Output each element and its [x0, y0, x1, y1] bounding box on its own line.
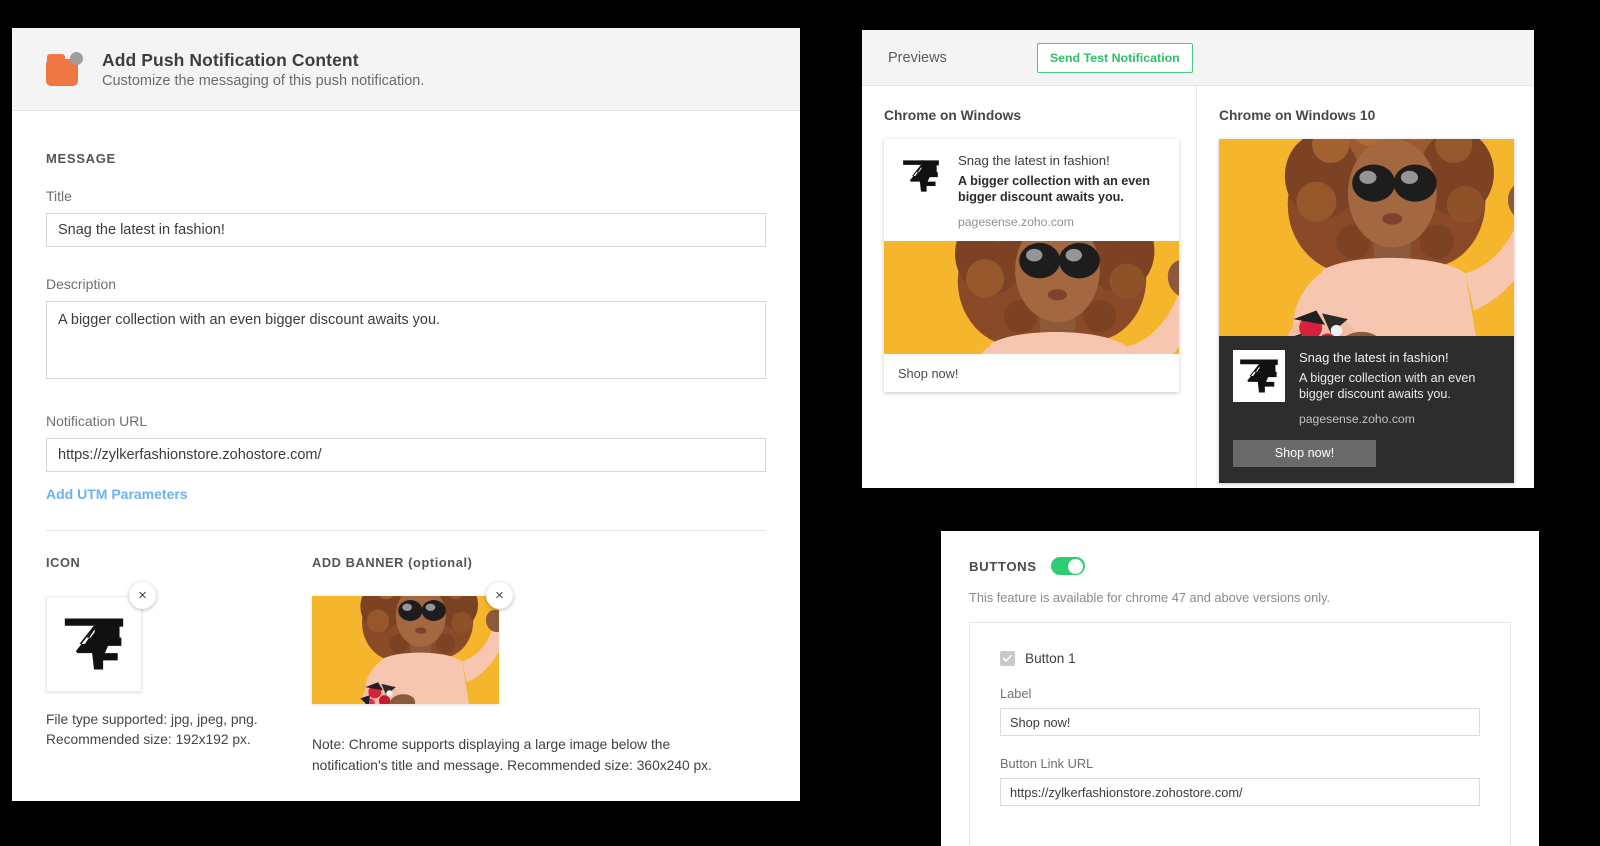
fashion-banner-image — [312, 596, 499, 704]
banner-thumbnail — [312, 596, 499, 704]
notification-url-field-label: Notification URL — [46, 413, 148, 429]
notification-preview-dark: Snag the latest in fashion! A bigger col… — [1219, 139, 1514, 483]
preview-one-action-label: Shop now! — [898, 365, 959, 381]
preview-two-platform-label: Chrome on Windows 10 — [1219, 108, 1376, 123]
banner-upload-section: ADD BANNER (optional) × Note: Chrome sup… — [312, 555, 766, 776]
description-field-label: Description — [46, 276, 117, 292]
button-one-checkbox[interactable] — [1000, 651, 1015, 666]
add-utm-parameters-link[interactable]: Add UTM Parameters — [46, 486, 188, 502]
page-subtitle: Customize the messaging of this push not… — [102, 72, 425, 89]
button-one-url-input[interactable] — [1000, 778, 1480, 806]
buttons-feature-note: This feature is available for chrome 47 … — [969, 590, 1331, 605]
title-field-label: Title — [46, 188, 72, 204]
preview-one-description: A bigger collection with an even bigger … — [958, 174, 1150, 205]
icon-thumbnail — [46, 596, 142, 692]
description-textarea[interactable]: A bigger collection with an even bigger … — [46, 301, 766, 379]
previews-header: Previews Send Test Notification — [862, 30, 1534, 86]
icon-helper-line-2: Recommended size: 192x192 px. — [46, 732, 251, 747]
push-notification-icon — [46, 50, 84, 88]
message-section-label: MESSAGE — [46, 151, 116, 166]
banner-section-heading: ADD BANNER (optional) — [312, 555, 473, 570]
icon-helper-text: File type supported: jpg, jpeg, png. Rec… — [46, 710, 312, 750]
section-divider — [46, 530, 766, 531]
preview-one-title: Snag the latest in fashion! — [958, 153, 1110, 168]
panel-body: MESSAGE Title Description A bigger colle… — [12, 111, 800, 776]
send-test-notification-button[interactable]: Send Test Notification — [1036, 42, 1193, 73]
button-one-group: Button 1 Label Button Link URL — [969, 622, 1511, 846]
preview-two-title: Snag the latest in fashion! — [1299, 350, 1449, 365]
screen: Add Push Notification Content Customize … — [0, 0, 1600, 846]
preview-one-source: pagesense.zoho.com — [958, 215, 1074, 230]
remove-icon-button[interactable]: × — [129, 582, 156, 609]
title-input[interactable] — [46, 213, 766, 247]
button-one-url-field-label: Button Link URL — [1000, 756, 1094, 771]
panel-header: Add Push Notification Content Customize … — [12, 28, 800, 111]
preview-two-action-button[interactable]: Shop now! — [1233, 439, 1376, 467]
buttons-enable-toggle[interactable] — [1050, 557, 1085, 575]
zf-logo-icon — [64, 618, 124, 670]
icon-upload-section: ICON × File type supported: jpg, jpeg, p… — [46, 555, 312, 776]
banner-note-text: Note: Chrome supports displaying a large… — [312, 737, 712, 773]
add-push-notification-content-panel: Add Push Notification Content Customize … — [12, 28, 800, 801]
preview-chrome-on-windows-10: Chrome on Windows 10 Snag the latest in … — [1196, 86, 1534, 488]
page-title: Add Push Notification Content — [102, 49, 359, 70]
buttons-panel: BUTTONS This feature is available for ch… — [941, 531, 1539, 846]
preview-two-logo-icon — [1233, 350, 1285, 402]
remove-banner-button[interactable]: × — [486, 582, 513, 609]
previews-title: Previews — [888, 49, 947, 66]
button-one-label-input[interactable] — [1000, 708, 1480, 736]
button-one-checkbox-label: Button 1 — [1025, 651, 1076, 666]
previews-panel: Previews Send Test Notification Chrome o… — [862, 30, 1534, 488]
button-one-label-field-label: Label — [1000, 686, 1032, 701]
preview-one-platform-label: Chrome on Windows — [884, 108, 1022, 123]
preview-one-action-row[interactable]: Shop now! — [884, 354, 1179, 392]
preview-one-banner-image — [884, 241, 1179, 355]
notification-preview-light: Snag the latest in fashion! A bigger col… — [884, 139, 1179, 393]
preview-two-banner-image — [1219, 139, 1514, 336]
preview-two-description: A bigger collection with an even bigger … — [1299, 371, 1476, 402]
notification-url-input[interactable] — [46, 438, 766, 472]
preview-chrome-on-windows: Chrome on Windows Snag the latest in fas… — [862, 86, 1196, 488]
preview-two-source: pagesense.zoho.com — [1299, 411, 1415, 426]
buttons-section-title: BUTTONS — [969, 558, 1037, 574]
icon-helper-line-1: File type supported: jpg, jpeg, png. — [46, 712, 258, 727]
icon-section-heading: ICON — [46, 555, 81, 570]
check-icon — [1002, 654, 1012, 662]
preview-one-logo-icon — [898, 153, 944, 199]
